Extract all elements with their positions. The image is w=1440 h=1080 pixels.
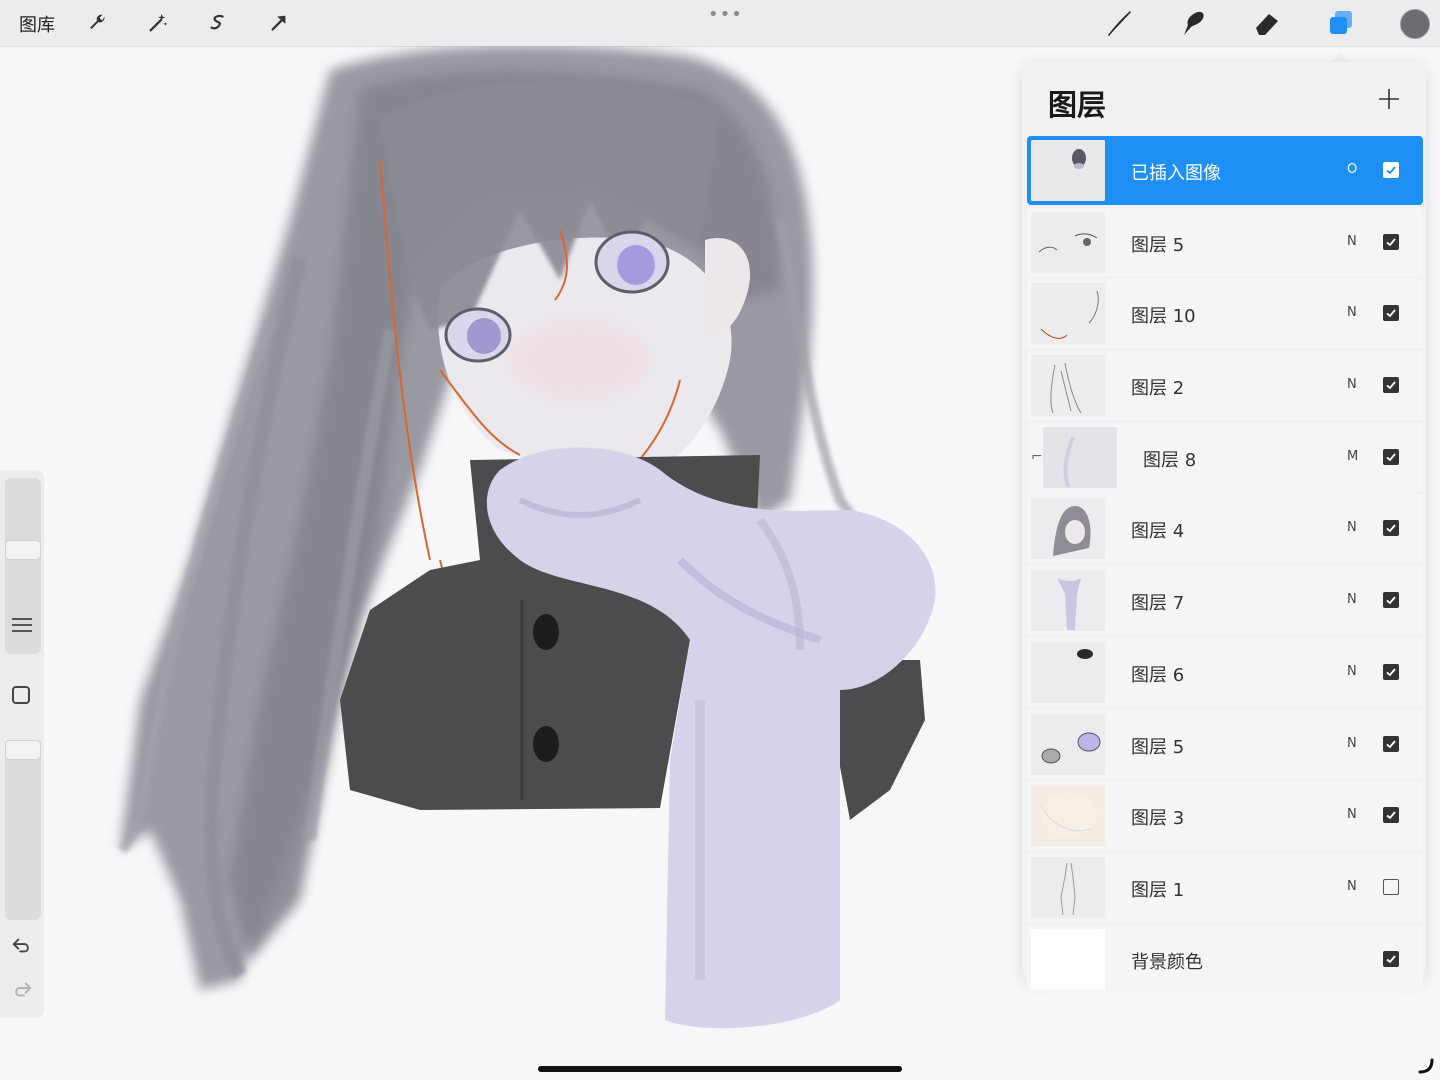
clipping-mask-icon: ⌐ (1031, 448, 1043, 465)
layer-thumbnail[interactable] (1031, 641, 1105, 703)
blend-mode-button[interactable]: N (1347, 520, 1357, 535)
layer-row[interactable]: 背景颜色 (1027, 924, 1423, 994)
color-picker-button[interactable] (1400, 9, 1430, 39)
blend-mode-button[interactable]: N (1347, 664, 1357, 679)
visibility-checkbox[interactable] (1383, 807, 1399, 824)
layer-name: 图层 10 (1131, 306, 1196, 328)
layer-row[interactable]: 图层 2 N (1027, 351, 1423, 421)
layer-thumbnail[interactable] (1031, 785, 1105, 847)
blend-mode-button[interactable]: N (1347, 234, 1357, 249)
visibility-checkbox[interactable] (1383, 520, 1399, 537)
brush-icon[interactable] (1104, 8, 1134, 38)
slider-grip-icon (12, 618, 32, 632)
layer-thumbnail[interactable] (1031, 283, 1105, 345)
selection-icon[interactable] (203, 8, 233, 38)
eraser-icon[interactable] (1252, 8, 1282, 38)
visibility-checkbox[interactable] (1383, 735, 1399, 752)
blend-mode-button[interactable]: M (1347, 449, 1358, 464)
layer-row[interactable]: 图层 4 N (1027, 494, 1423, 564)
layer-thumbnail[interactable] (1031, 928, 1105, 990)
layer-row[interactable]: 图层 5 N (1027, 709, 1423, 779)
layer-thumbnail[interactable] (1031, 713, 1105, 775)
blend-mode-button[interactable]: N (1347, 305, 1357, 320)
redo-icon[interactable] (11, 978, 33, 1004)
blend-mode-button[interactable]: N (1347, 807, 1357, 822)
layer-row[interactable]: 图层 1 N (1027, 852, 1423, 922)
visibility-checkbox[interactable] (1383, 592, 1399, 609)
modify-button[interactable] (12, 686, 30, 704)
layer-name: 已插入图像 (1131, 163, 1221, 184)
opacity-slider[interactable] (5, 740, 41, 920)
visibility-checkbox[interactable] (1383, 663, 1399, 680)
visibility-checkbox[interactable] (1383, 377, 1399, 394)
layer-thumbnail[interactable] (1043, 426, 1117, 488)
more-options-icon[interactable]: ••• (708, 4, 743, 25)
layer-thumbnail[interactable] (1031, 140, 1105, 201)
top-toolbar: 图库 ••• (0, 0, 1440, 47)
layers-list: 已插入图像 O 图层 5 N 图层 10 N 图层 2 N ⌐ 图层 8 M 图层 4 N 图层 7 N 图层… (1027, 136, 1423, 996)
layer-row[interactable]: 图层 7 N (1027, 566, 1423, 636)
layer-name: 背景颜色 (1131, 951, 1203, 973)
layer-row[interactable]: 图层 3 N (1027, 781, 1423, 851)
layer-name: 图层 4 (1131, 521, 1185, 543)
layer-thumbnail[interactable] (1031, 211, 1105, 273)
layer-row[interactable]: 图层 5 N (1027, 207, 1423, 277)
wrench-icon[interactable] (82, 8, 112, 38)
layer-name: 图层 2 (1131, 378, 1185, 400)
layers-panel: 图层 已插入图像 O 图层 5 N 图层 10 N 图层 2 N ⌐ 图层 8 M 图层 4 N 图层 7… (1022, 62, 1426, 994)
blend-mode-button[interactable]: O (1347, 162, 1357, 177)
layer-thumbnail[interactable] (1031, 355, 1105, 417)
layer-name: 图层 5 (1131, 736, 1185, 758)
layer-thumbnail[interactable] (1031, 498, 1105, 560)
visibility-checkbox[interactable] (1383, 448, 1399, 465)
transform-arrow-icon[interactable] (264, 8, 294, 38)
left-sidebar (0, 470, 44, 1018)
visibility-checkbox[interactable] (1383, 878, 1399, 895)
visibility-checkbox[interactable] (1383, 162, 1399, 178)
undo-icon[interactable] (11, 934, 33, 960)
layer-name: 图层 3 (1131, 808, 1185, 830)
layer-name: 图层 7 (1131, 593, 1185, 615)
blend-mode-button[interactable]: N (1347, 879, 1357, 894)
resize-corner-icon (1418, 1058, 1434, 1074)
brush-size-thumb[interactable] (5, 540, 41, 560)
panel-title: 图层 (1048, 88, 1107, 122)
layer-name: 图层 1 (1131, 879, 1185, 901)
artwork-canvas[interactable] (0, 46, 1030, 1080)
layers-icon[interactable] (1326, 8, 1356, 38)
layer-row-selected[interactable]: 已插入图像 O (1027, 136, 1423, 205)
layer-thumbnail[interactable] (1031, 856, 1105, 918)
gallery-button[interactable]: 图库 (19, 11, 55, 37)
layer-name: 图层 5 (1131, 234, 1185, 256)
visibility-checkbox[interactable] (1383, 950, 1399, 967)
visibility-checkbox[interactable] (1383, 233, 1399, 250)
layer-name: 图层 6 (1131, 664, 1185, 686)
magic-wand-icon[interactable] (143, 8, 173, 38)
layer-name: 图层 8 (1143, 449, 1197, 471)
blend-mode-button[interactable]: N (1347, 377, 1357, 392)
layer-row[interactable]: 图层 10 N (1027, 279, 1423, 349)
smudge-icon[interactable] (1178, 8, 1208, 38)
layer-row[interactable]: ⌐ 图层 8 M (1027, 422, 1423, 492)
blend-mode-button[interactable]: N (1347, 592, 1357, 607)
layer-row[interactable]: 图层 6 N (1027, 637, 1423, 707)
blend-mode-button[interactable]: N (1347, 736, 1357, 751)
visibility-checkbox[interactable] (1383, 305, 1399, 322)
add-layer-button[interactable] (1374, 84, 1404, 114)
home-indicator (538, 1066, 902, 1072)
layer-thumbnail[interactable] (1031, 570, 1105, 632)
opacity-thumb[interactable] (5, 740, 41, 760)
